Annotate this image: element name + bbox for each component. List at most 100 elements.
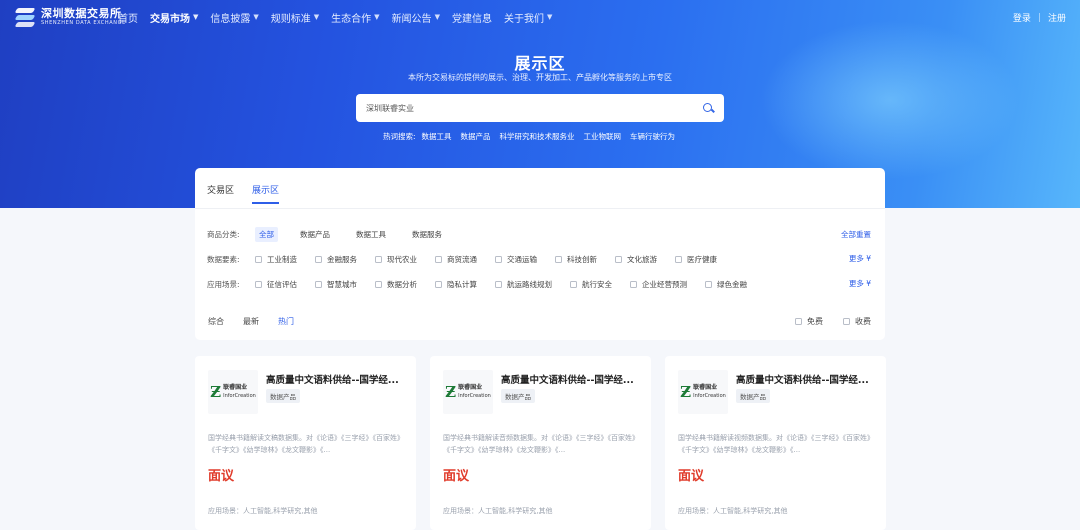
product-price: 面议 xyxy=(678,469,705,484)
sort-comprehensive[interactable]: 综合 xyxy=(208,316,224,327)
category-filter: 商品分类: 全部 数据产品 数据工具 数据服务 xyxy=(207,227,464,242)
element-checkbox[interactable]: 交通运输 xyxy=(495,254,537,265)
chevron-down-icon: ▼ xyxy=(193,13,199,21)
checkbox-icon xyxy=(843,318,850,325)
checkbox-icon xyxy=(315,281,322,288)
main-menu: 首页 交易市场 ▼ 信息披露 ▼ 规则标准 ▼ 生态合作 ▼ 新闻公告 ▼ 党建信息 关于… xyxy=(118,0,564,34)
category-data-tool[interactable]: 数据工具 xyxy=(352,227,390,242)
checkbox-icon xyxy=(615,256,622,263)
hot-term[interactable]: 数据工具 xyxy=(422,131,452,142)
hot-term[interactable]: 科学研究和技术服务业 xyxy=(500,131,575,142)
scene-checkbox[interactable]: 智慧城市 xyxy=(315,279,357,290)
product-title[interactable]: 高质量中文语料供给--国学经... xyxy=(736,372,876,386)
product-description: 国学经典书籍解读音频数据集。对《论语》《三字经》《百家姓》《千字文》《幼学琼林》… xyxy=(443,434,639,454)
zone-tabs: 交易区 展示区 xyxy=(207,183,297,204)
product-title[interactable]: 高质量中文语料供给--国学经... xyxy=(501,372,641,386)
checkbox-icon xyxy=(555,256,562,263)
menu-item-news[interactable]: 新闻公告 ▼ xyxy=(392,10,440,25)
menu-item-disclosure[interactable]: 信息披露 ▼ xyxy=(210,10,258,25)
price-filter: 免费 收费 xyxy=(795,316,891,327)
tabs-divider xyxy=(195,208,885,209)
paid-checkbox[interactable]: 收费 xyxy=(843,316,871,327)
logo-name-en: SHENZHEN DATA EXCHANGE xyxy=(41,19,126,26)
element-checkbox[interactable]: 科技创新 xyxy=(555,254,597,265)
top-nav: 深圳数据交易所 SHENZHEN DATA EXCHANGE 首页 交易市场 ▼ … xyxy=(0,0,1080,34)
product-tag: 数据产品 xyxy=(736,389,770,403)
scene-checkbox[interactable]: 航运路线规划 xyxy=(495,279,552,290)
more-scenes-button[interactable]: 更多 ¥ xyxy=(849,278,871,289)
checkbox-icon xyxy=(255,256,262,263)
register-link[interactable]: 注册 xyxy=(1048,11,1066,24)
scene-checkbox[interactable]: 征信评估 xyxy=(255,279,297,290)
product-card[interactable]: Ƶ 联睿国业 InforCreation 高质量中文语料供给--国学经... 数据… xyxy=(195,356,416,530)
scene-checkbox[interactable]: 隐私计算 xyxy=(435,279,477,290)
search-bar xyxy=(356,94,724,122)
element-checkbox[interactable]: 文化旅游 xyxy=(615,254,657,265)
menu-item-about[interactable]: 关于我们 ▼ xyxy=(504,10,552,25)
product-logo: Ƶ 联睿国业 InforCreation xyxy=(678,370,728,414)
free-checkbox[interactable]: 免费 xyxy=(795,316,823,327)
chevron-down-icon: ▼ xyxy=(253,13,259,21)
element-checkbox[interactable]: 工业制造 xyxy=(255,254,297,265)
reset-all-button[interactable]: 全部重置 xyxy=(841,229,871,240)
product-scene: 应用场景：人工智能,科学研究,其他 xyxy=(678,507,788,515)
checkbox-icon xyxy=(255,281,262,288)
hot-term[interactable]: 工业物联网 xyxy=(584,131,622,142)
product-scene: 应用场景：人工智能,科学研究,其他 xyxy=(208,507,318,515)
checkbox-icon xyxy=(705,281,712,288)
menu-item-home[interactable]: 首页 xyxy=(118,10,138,25)
checkbox-icon xyxy=(435,281,442,288)
chevron-down-icon: ▼ xyxy=(374,13,380,21)
hot-term[interactable]: 车辆行驶行为 xyxy=(630,131,675,142)
chevron-down-icon: ▼ xyxy=(313,13,320,21)
element-checkbox[interactable]: 金融服务 xyxy=(315,254,357,265)
product-title[interactable]: 高质量中文语料供给--国学经... xyxy=(266,372,406,386)
product-description: 国学经典书籍解读视频数据集。对《论语》《三字经》《百家姓》《千字文》《幼学琼林》… xyxy=(678,434,874,454)
product-price: 面议 xyxy=(443,469,470,484)
inforcreation-logo-icon: Ƶ xyxy=(680,383,692,401)
inforcreation-logo-icon: Ƶ xyxy=(445,383,457,401)
checkbox-icon xyxy=(375,281,382,288)
menu-item-party[interactable]: 党建信息 xyxy=(452,10,492,25)
sort-popular[interactable]: 热门 xyxy=(278,316,294,327)
sort-options: 综合 最新 热门 xyxy=(208,316,313,327)
data-element-label: 数据要素: xyxy=(207,255,240,264)
chevron-down-icon: ▼ xyxy=(434,13,440,21)
checkbox-icon xyxy=(315,256,322,263)
product-tag: 数据产品 xyxy=(266,389,300,403)
scene-checkbox[interactable]: 绿色金融 xyxy=(705,279,747,290)
menu-item-ecosystem[interactable]: 生态合作 ▼ xyxy=(331,10,379,25)
scene-checkbox[interactable]: 航行安全 xyxy=(570,279,612,290)
hot-search-terms: 热词搜索: 数据工具 数据产品 科学研究和技术服务业 工业物联网 车辆行驶行为 xyxy=(383,131,684,142)
product-logo: Ƶ 联睿国业 InforCreation xyxy=(208,370,258,414)
search-icon[interactable] xyxy=(703,102,714,114)
product-card[interactable]: Ƶ 联睿国业 InforCreation 高质量中文语料供给--国学经... 数据… xyxy=(665,356,886,530)
scene-checkbox[interactable]: 数据分析 xyxy=(375,279,417,290)
data-exchange-logo-icon xyxy=(14,7,36,27)
auth-links: 登录 | 注册 xyxy=(1013,11,1066,25)
element-checkbox[interactable]: 医疗健康 xyxy=(675,254,717,265)
category-label: 商品分类: xyxy=(207,230,240,239)
category-all[interactable]: 全部 xyxy=(255,227,278,242)
search-input[interactable] xyxy=(366,103,703,113)
menu-item-rules[interactable]: 规则标准 ▼ xyxy=(271,10,319,25)
double-chevron-down-icon: ¥ xyxy=(863,279,871,288)
category-data-product[interactable]: 数据产品 xyxy=(296,227,334,242)
sort-newest[interactable]: 最新 xyxy=(243,316,259,327)
hot-term[interactable]: 数据产品 xyxy=(461,131,491,142)
tab-display-zone[interactable]: 展示区 xyxy=(252,183,280,204)
hot-search-label: 热词搜索: xyxy=(383,132,416,141)
menu-item-market[interactable]: 交易市场 ▼ xyxy=(150,10,198,25)
login-link[interactable]: 登录 xyxy=(1013,11,1031,24)
more-elements-button[interactable]: 更多 ¥ xyxy=(849,253,871,264)
tab-trading-zone[interactable]: 交易区 xyxy=(207,183,234,204)
element-checkbox[interactable]: 现代农业 xyxy=(375,254,417,265)
element-checkbox[interactable]: 商贸流通 xyxy=(435,254,477,265)
chevron-down-icon: ▼ xyxy=(546,13,553,21)
scene-checkbox[interactable]: 企业经营预测 xyxy=(630,279,687,290)
checkbox-icon xyxy=(630,281,637,288)
auth-divider: | xyxy=(1037,12,1041,23)
product-card[interactable]: Ƶ 联睿国业 InforCreation 高质量中文语料供给--国学经... 数据… xyxy=(430,356,651,530)
category-data-service[interactable]: 数据服务 xyxy=(408,227,446,242)
site-logo[interactable]: 深圳数据交易所 SHENZHEN DATA EXCHANGE xyxy=(14,7,126,27)
